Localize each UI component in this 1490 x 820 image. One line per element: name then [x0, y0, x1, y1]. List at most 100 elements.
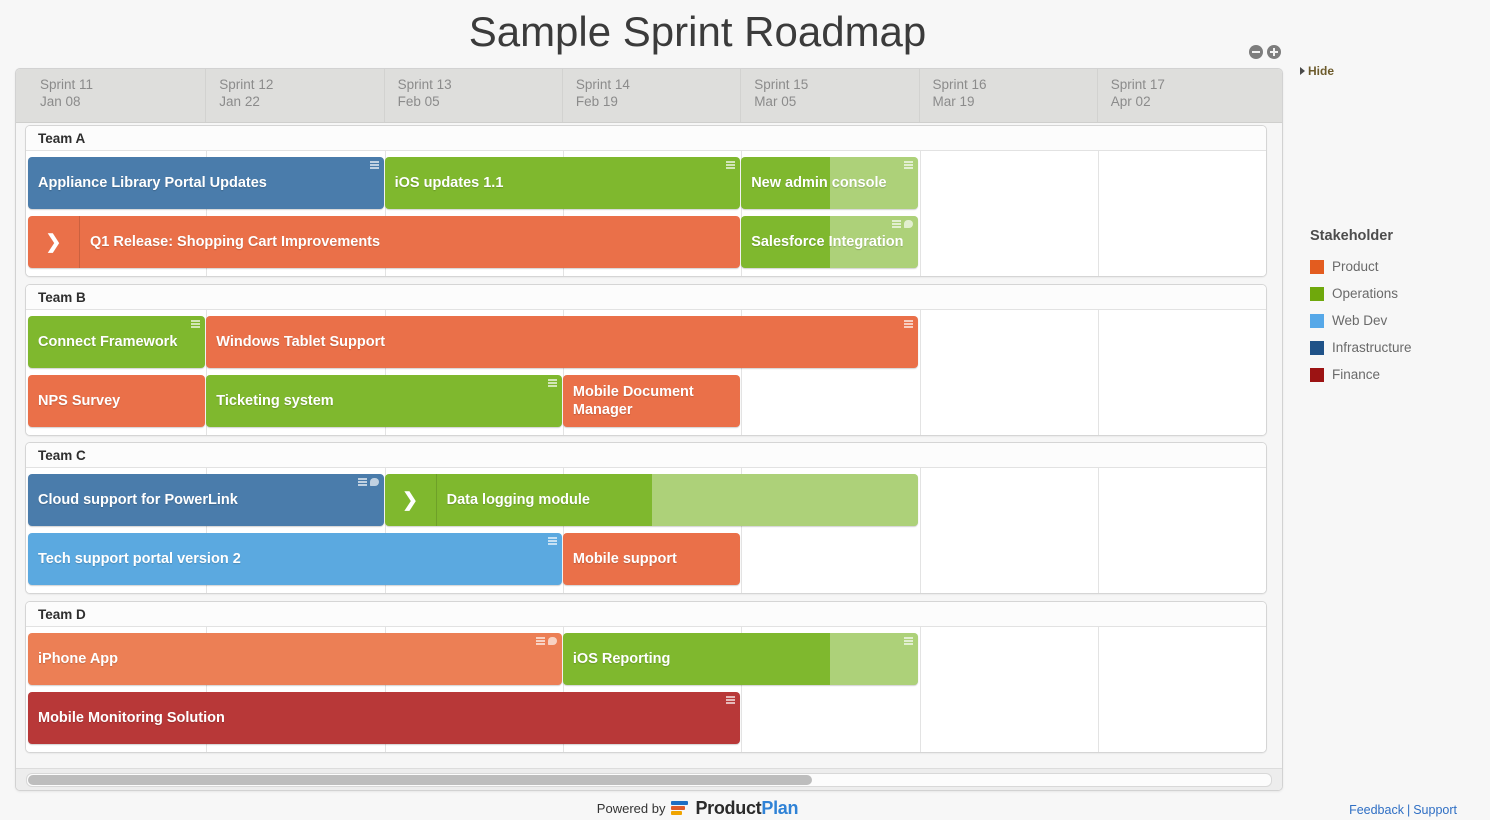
roadmap-bar[interactable]: Appliance Library Portal Updates [28, 157, 384, 209]
roadmap-bar[interactable]: Mobile Monitoring Solution [28, 692, 740, 744]
roadmap-bar[interactable]: Mobile support [563, 533, 740, 585]
comment-bubble-icon [548, 637, 557, 645]
roadmap-bar[interactable]: iOS updates 1.1 [385, 157, 741, 209]
bar-label: Appliance Library Portal Updates [38, 157, 273, 209]
roadmap-bar[interactable]: iPhone App [28, 633, 562, 685]
column-gridline [1098, 151, 1099, 276]
bar-badges [358, 478, 379, 486]
lane-body: Appliance Library Portal Updates iOS upda… [26, 151, 1266, 276]
links-separator: | [1407, 803, 1410, 817]
hide-legend-toggle[interactable]: Hide [1300, 64, 1334, 78]
bar-badges [548, 379, 557, 387]
lane-body: Connect Framework Windows Tablet SupportN… [26, 310, 1266, 435]
zoom-out-button[interactable] [1249, 45, 1263, 59]
roadmap-bar[interactable]: Salesforce Integration [741, 216, 918, 268]
legend-item-web-dev[interactable]: Web Dev [1310, 307, 1475, 334]
roadmap-panel: Sprint 11Jan 08Sprint 12Jan 22Sprint 13F… [15, 68, 1283, 791]
legend-item-label: Finance [1332, 367, 1380, 382]
roadmap-bar[interactable]: NPS Survey [28, 375, 205, 427]
legend-color-swatch [1310, 341, 1324, 355]
roadmap-bar[interactable]: Connect Framework [28, 316, 205, 368]
feedback-link[interactable]: Feedback [1349, 803, 1404, 817]
bar-remaining-overlay [652, 474, 919, 526]
roadmap-bar[interactable]: iOS Reporting [563, 633, 919, 685]
lanes-area[interactable]: Team A Appliance Library Portal Updates iO… [16, 123, 1282, 771]
roadmap-bar[interactable]: ❯Q1 Release: Shopping Cart Improvements [28, 216, 740, 268]
comment-bubble-icon [904, 220, 913, 228]
hide-label: Hide [1308, 64, 1334, 78]
timeline-sprint-name: Sprint 11 [40, 76, 205, 93]
support-link[interactable]: Support [1413, 803, 1457, 817]
zoom-in-button[interactable] [1267, 45, 1281, 59]
timeline-column-5: Sprint 15Mar 05 [740, 69, 918, 122]
timeline-sprint-name: Sprint 16 [933, 76, 1097, 93]
column-gridline [1098, 468, 1099, 593]
lane-title[interactable]: Team B [26, 285, 1266, 310]
description-lines-icon [904, 161, 913, 169]
bar-badges [191, 320, 200, 328]
legend-panel: Stakeholder ProductOperationsWeb DevInfr… [1310, 228, 1475, 388]
expand-chevron-icon[interactable]: ❯ [385, 474, 437, 526]
lane-team-b: Team B Connect Framework Windows Tablet Su… [25, 284, 1267, 436]
lane-team-d: Team D iPhone App iOS Reporting Mobile Moni… [25, 601, 1267, 753]
description-lines-icon [904, 637, 913, 645]
productplan-wordmark: ProductPlan [695, 798, 798, 819]
timeline-sprint-date: Jan 08 [40, 93, 205, 110]
roadmap-bar[interactable]: Windows Tablet Support [206, 316, 918, 368]
lane-title[interactable]: Team A [26, 126, 1266, 151]
lane-title[interactable]: Team D [26, 602, 1266, 627]
horizontal-scrollbar[interactable] [16, 768, 1282, 790]
roadmap-bar[interactable]: ❯Data logging module [385, 474, 919, 526]
description-lines-icon [548, 379, 557, 387]
legend-item-finance[interactable]: Finance [1310, 361, 1475, 388]
bar-label: Connect Framework [38, 316, 183, 368]
lane-team-c: Team C Cloud support for PowerLink❯Data l… [25, 442, 1267, 594]
bar-label: iOS Reporting [573, 633, 676, 685]
lane-body: iPhone App iOS Reporting Mobile Monitoring… [26, 627, 1266, 752]
legend-item-label: Operations [1332, 286, 1398, 301]
legend-item-operations[interactable]: Operations [1310, 280, 1475, 307]
bar-label: Windows Tablet Support [216, 316, 391, 368]
lane-title[interactable]: Team C [26, 443, 1266, 468]
description-lines-icon [191, 320, 200, 328]
bar-badges [904, 320, 913, 328]
timeline-sprint-date: Apr 02 [1111, 93, 1275, 110]
roadmap-bar[interactable]: Ticketing system [206, 375, 562, 427]
legend-color-swatch [1310, 368, 1324, 382]
roadmap-bar[interactable]: New admin console [741, 157, 918, 209]
bar-label: iOS updates 1.1 [395, 157, 510, 209]
bar-badges [904, 637, 913, 645]
legend-color-swatch [1310, 314, 1324, 328]
timeline-column-1: Sprint 11Jan 08 [27, 69, 205, 122]
column-gridline [920, 310, 921, 435]
description-lines-icon [548, 537, 557, 545]
bar-label: Q1 Release: Shopping Cart Improvements [90, 216, 386, 268]
description-lines-icon [904, 320, 913, 328]
scrollbar-thumb[interactable] [28, 775, 812, 785]
comment-bubble-icon [370, 478, 379, 486]
legend-item-label: Infrastructure [1332, 340, 1412, 355]
bar-label: iPhone App [38, 633, 124, 685]
timeline-sprint-date: Feb 19 [576, 93, 740, 110]
timeline-column-2: Sprint 12Jan 22 [205, 69, 383, 122]
expand-chevron-icon[interactable]: ❯ [28, 216, 80, 268]
scrollbar-track[interactable] [26, 773, 1272, 787]
roadmap-bar[interactable]: Cloud support for PowerLink [28, 474, 384, 526]
legend-item-infrastructure[interactable]: Infrastructure [1310, 334, 1475, 361]
bar-label: Mobile Document Manager [573, 375, 740, 427]
productplan-logo-icon [671, 800, 688, 817]
bar-label: Data logging module [447, 474, 596, 526]
timeline-column-7: Sprint 17Apr 02 [1097, 69, 1275, 122]
roadmap-bar[interactable]: Mobile Document Manager [563, 375, 740, 427]
description-lines-icon [536, 637, 545, 645]
timeline-sprint-date: Feb 05 [398, 93, 562, 110]
bar-badges [904, 161, 913, 169]
timeline-sprint-name: Sprint 12 [219, 76, 383, 93]
bar-label: Ticketing system [216, 375, 339, 427]
roadmap-bar[interactable]: Tech support portal version 2 [28, 533, 562, 585]
powered-by-label: Powered by [597, 801, 666, 816]
description-lines-icon [370, 161, 379, 169]
timeline-column-3: Sprint 13Feb 05 [384, 69, 562, 122]
roadmap-app: Sample Sprint Roadmap Hide Sprint 11Jan … [0, 0, 1490, 820]
legend-item-product[interactable]: Product [1310, 253, 1475, 280]
